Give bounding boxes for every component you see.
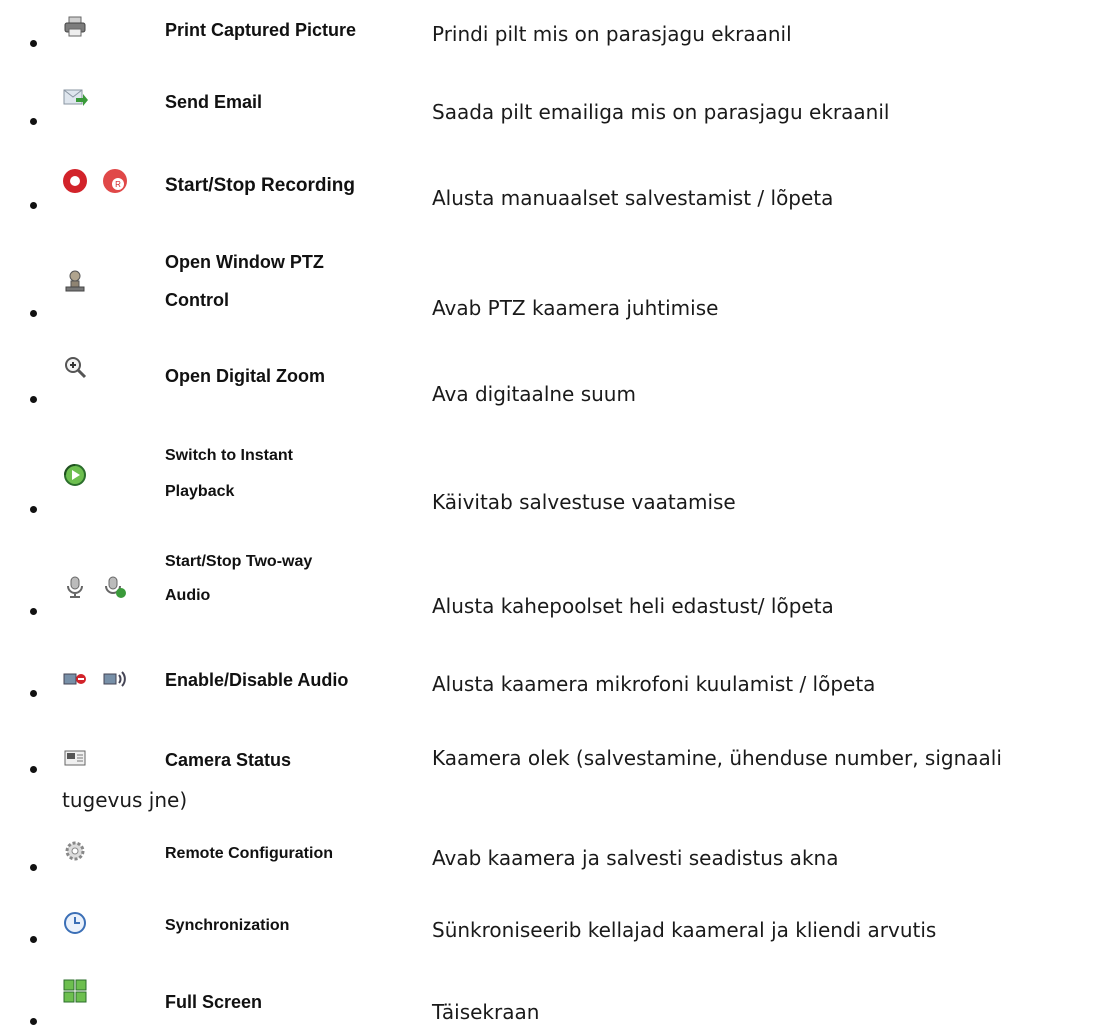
item-label: Audio: [165, 587, 211, 604]
list-item: Full Screen Täisekraan: [0, 972, 1106, 1032]
record-start-icon: [62, 168, 88, 194]
item-description: Täisekraan: [432, 1000, 540, 1024]
item-description: Saada pilt emailiga mis on parasjagu ekr…: [432, 100, 890, 124]
bullet: [30, 1018, 37, 1025]
item-description: Avab PTZ kaamera juhtimise: [432, 296, 719, 320]
microphone-icon: [62, 574, 88, 600]
item-label: Remote Configuration: [165, 845, 333, 862]
bullet: [30, 40, 37, 47]
bullet: [30, 936, 37, 943]
item-label: Full Screen: [165, 992, 263, 1012]
clock-sync-icon: [62, 910, 88, 936]
bullet: [30, 310, 37, 317]
item-description: Avab kaamera ja salvesti seadistus akna: [432, 846, 839, 870]
item-description: Kaamera olek (salvestamine, ühenduse num…: [432, 746, 1002, 770]
list-item: Switch to Instant Playback Käivitab salv…: [0, 436, 1106, 526]
ptz-control-icon: [62, 268, 88, 294]
item-label: Open Digital Zoom: [165, 366, 325, 386]
list-item: Print Captured Picture Prindi pilt mis o…: [0, 10, 1106, 80]
item-label: Camera Status: [165, 750, 292, 770]
bullet: [30, 690, 37, 697]
list-item: Send Email Saada pilt emailiga mis on pa…: [0, 84, 1106, 154]
item-description: Sünkroniseerib kellajad kaameral ja klie…: [432, 918, 937, 942]
item-label: Enable/Disable Audio: [165, 670, 349, 690]
item-description-continued: tugevus jne): [62, 788, 188, 812]
item-label: Start/Stop Recording: [165, 175, 356, 196]
digital-zoom-icon: [62, 354, 88, 380]
bullet: [30, 396, 37, 403]
item-label: Playback: [165, 483, 235, 500]
list-item: Start/Stop Two-way Audio Alusta kahepool…: [0, 544, 1106, 634]
item-label: Switch to Instant: [165, 447, 293, 464]
bullet: [30, 766, 37, 773]
svg-text:R: R: [115, 180, 121, 189]
item-description: Käivitab salvestuse vaatamise: [432, 490, 736, 514]
instant-playback-icon: [62, 462, 88, 488]
microphone-active-icon: [102, 574, 128, 600]
item-label: Send Email: [165, 92, 263, 112]
list-item: R Start/Stop Recording Alusta manuaalset…: [0, 166, 1106, 236]
camera-status-icon: [62, 746, 88, 772]
record-stop-icon: R: [102, 168, 128, 194]
full-screen-icon: [62, 978, 88, 1004]
bullet: [30, 118, 37, 125]
item-label: Open Window PTZ: [165, 252, 324, 272]
item-description: Alusta kahepoolset heli edastust/ lõpeta: [432, 594, 834, 618]
item-label: Synchronization: [165, 917, 290, 934]
bullet: [30, 506, 37, 513]
list-item: Open Window PTZ Control Avab PTZ kaamera…: [0, 240, 1106, 330]
audio-disabled-icon: [62, 666, 88, 692]
gear-icon: [62, 838, 88, 864]
list-item: Open Digital Zoom Ava digitaalne suum: [0, 338, 1106, 408]
item-label: Start/Stop Two-way: [165, 553, 313, 570]
item-description: Ava digitaalne suum: [432, 382, 636, 406]
item-label: Print Captured Picture: [165, 20, 357, 40]
item-description: Alusta manuaalset salvestamist / lõpeta: [432, 186, 834, 210]
list-item: Synchronization Sünkroniseerib kellajad …: [0, 902, 1106, 972]
bullet: [30, 608, 37, 615]
list-item: Remote Configuration Avab kaamera ja sal…: [0, 830, 1106, 900]
bullet: [30, 202, 37, 209]
audio-enabled-icon: [102, 666, 128, 692]
list-item: Enable/Disable Audio Alusta kaamera mikr…: [0, 660, 1106, 730]
send-email-icon: [62, 84, 88, 110]
item-description: Alusta kaamera mikrofoni kuulamist / lõp…: [432, 672, 876, 696]
bullet: [30, 864, 37, 871]
printer-icon: [62, 14, 88, 40]
list-item: Camera Status Kaamera olek (salvestamine…: [0, 740, 1106, 830]
item-label: Control: [165, 290, 229, 310]
item-description: Prindi pilt mis on parasjagu ekraanil: [432, 22, 792, 46]
